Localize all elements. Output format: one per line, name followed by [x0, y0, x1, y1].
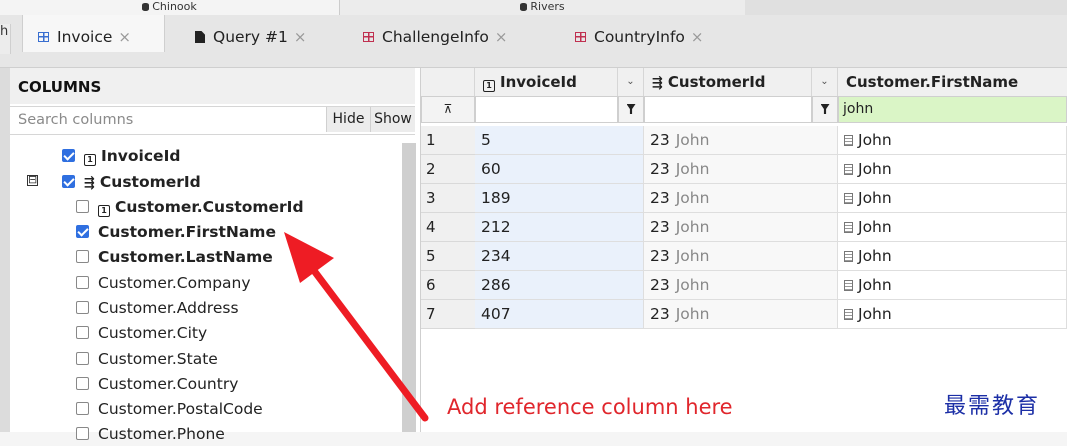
watermark: 最需教育 — [944, 394, 1041, 419]
annotation-arrow — [284, 232, 429, 422]
annotation-text: Add reference column here — [447, 395, 733, 419]
